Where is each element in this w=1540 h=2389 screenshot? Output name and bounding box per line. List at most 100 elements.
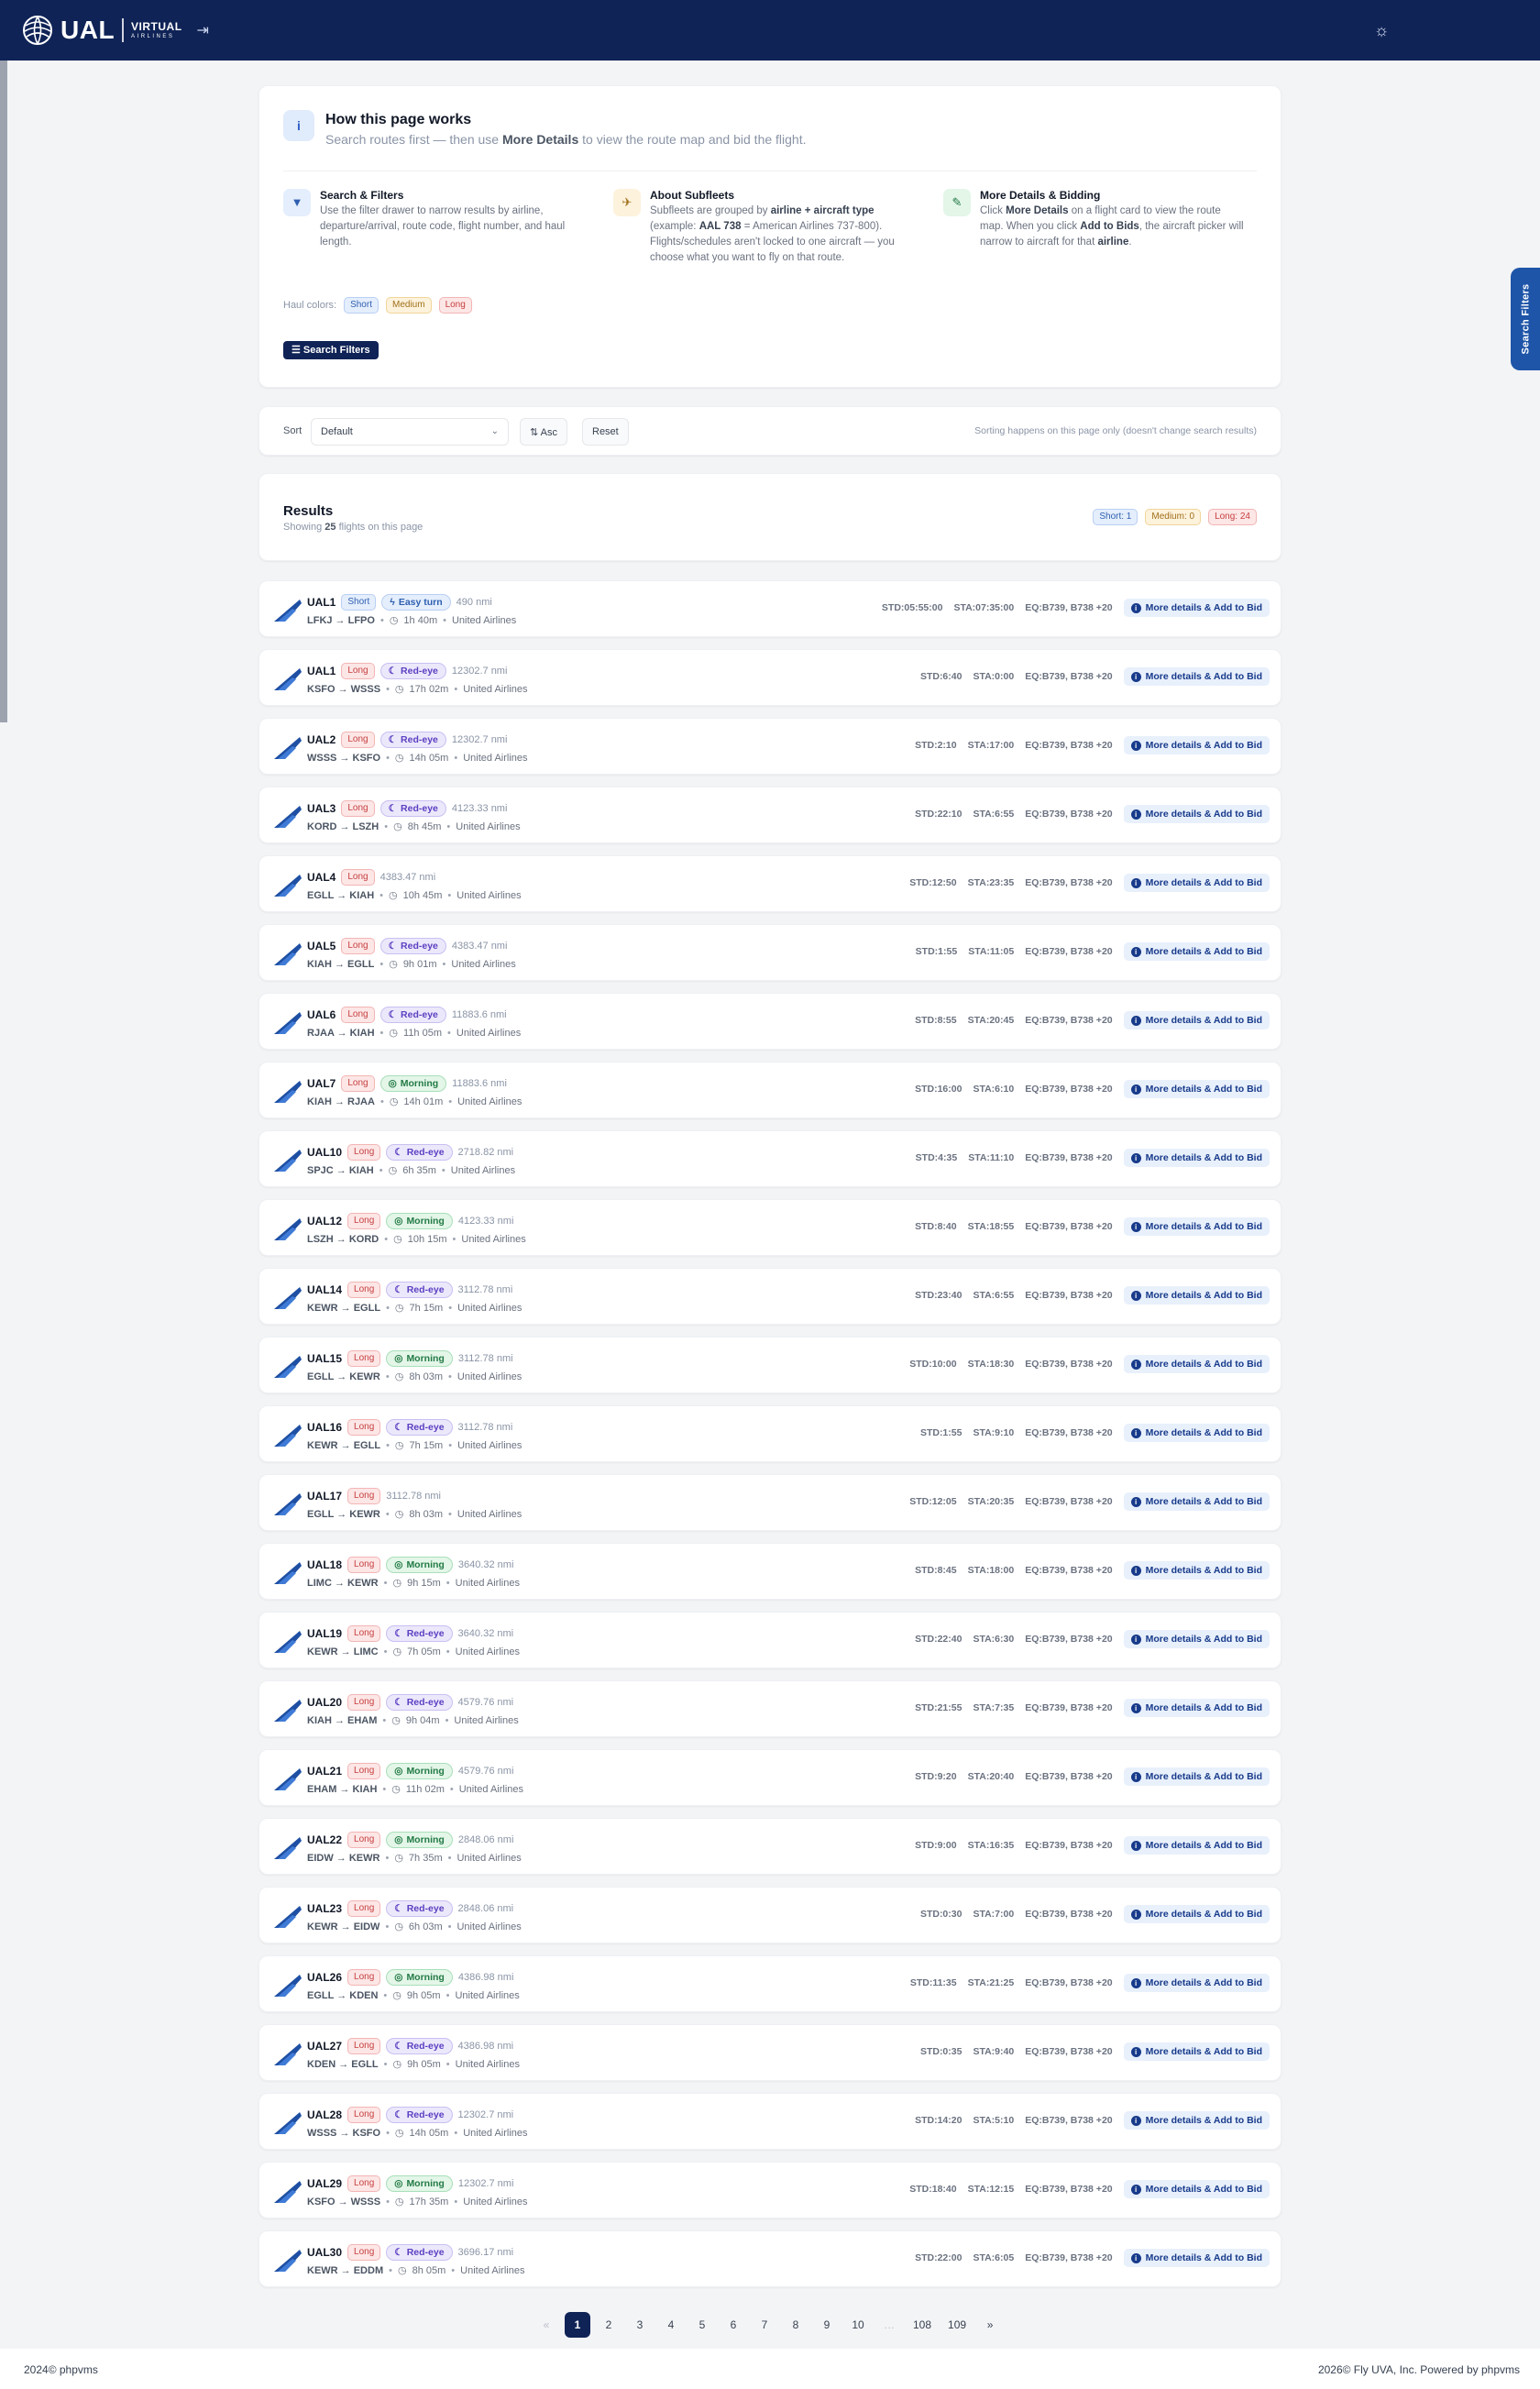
more-details-add-to-bid-button[interactable]: i More details & Add to Bid [1123, 874, 1270, 892]
page-button[interactable]: 9 [814, 2312, 840, 2338]
page-button[interactable]: 2 [596, 2312, 622, 2338]
sun-icon[interactable]: ☼ [1370, 18, 1393, 42]
airline-tail-icon [274, 1356, 302, 1378]
flight-code: UAL3 [307, 802, 336, 815]
page-button[interactable]: 109 [942, 2312, 972, 2338]
flight-row[interactable]: UAL6 Long ☾ Red-eye 11883.6 nmi RJAA → KIAH • ◷… [258, 993, 1282, 1050]
more-details-add-to-bid-button[interactable]: i More details & Add to Bid [1123, 1561, 1270, 1580]
flight-row[interactable]: UAL29 Long ◎ Morning 12302.7 nmi KSFO → WSSS •… [258, 2162, 1282, 2218]
page-button[interactable]: 4 [658, 2312, 684, 2338]
flight-row[interactable]: UAL21 Long ◎ Morning 4579.76 nmi EHAM → KIAH •… [258, 1749, 1282, 1806]
airline-name: United Airlines [456, 1921, 522, 1932]
haul-counts: Short: 1 Medium: 0 Long: 24 [1093, 509, 1257, 525]
flight-row[interactable]: UAL26 Long ◎ Morning 4386.98 nmi EGLL → KDEN •… [258, 1955, 1282, 2012]
moon-icon: ☾ [394, 2247, 403, 2258]
flight-row[interactable]: UAL5 Long ☾ Red-eye 4383.47 nmi KIAH → EGLL • ◷… [258, 924, 1282, 981]
reset-button[interactable]: Reset [582, 418, 629, 446]
more-details-add-to-bid-button[interactable]: i More details & Add to Bid [1123, 2042, 1270, 2061]
more-details-add-to-bid-button[interactable]: i More details & Add to Bid [1123, 1699, 1270, 1717]
prev-page-button[interactable]: « [534, 2312, 559, 2338]
route: EGLL → KIAH [307, 889, 375, 901]
sort-bar: Sort Default ⌄ ⇅ Asc Reset Sorting happe… [258, 406, 1282, 456]
more-details-add-to-bid-button[interactable]: i More details & Add to Bid [1123, 1080, 1270, 1098]
more-details-add-to-bid-button[interactable]: i More details & Add to Bid [1123, 667, 1270, 686]
page-scroll-rail[interactable] [0, 61, 7, 722]
time-tag: ☾ Red-eye [386, 2107, 453, 2123]
time-tag: ☾ Red-eye [386, 1419, 453, 1436]
more-details-add-to-bid-button[interactable]: i More details & Add to Bid [1123, 1767, 1270, 1786]
flight-row[interactable]: UAL23 Long ☾ Red-eye 2848.06 nmi KEWR → EIDW •… [258, 1887, 1282, 1943]
flight-row[interactable]: UAL14 Long ☾ Red-eye 3112.78 nmi KEWR → EGLL •… [258, 1268, 1282, 1325]
search-filters-button[interactable]: ☰ Search Filters [283, 341, 379, 359]
more-details-add-to-bid-button[interactable]: i More details & Add to Bid [1123, 805, 1270, 823]
page-button[interactable]: 108 [908, 2312, 937, 2338]
haul-badge: Long [341, 869, 375, 886]
flight-row-meta: STD:4:35 STA:11:10 EQ:B739, B738 +20 i More … [916, 1149, 1270, 1167]
flight-row[interactable]: UAL1 Long ☾ Red-eye 12302.7 nmi KSFO → WSSS • ◷… [258, 649, 1282, 706]
flight-row[interactable]: UAL10 Long ☾ Red-eye 2718.82 nmi SPJC → KIAH •… [258, 1130, 1282, 1187]
sort-select[interactable]: Default ⌄ [311, 418, 509, 446]
info-icon: i [283, 110, 314, 141]
flight-row-meta: STD:8:40 STA:18:55 EQ:B739, B738 +20 i More … [915, 1217, 1270, 1236]
flight-row[interactable]: UAL3 Long ☾ Red-eye 4123.33 nmi KORD → LSZH • ◷… [258, 787, 1282, 843]
more-details-add-to-bid-button[interactable]: i More details & Add to Bid [1123, 1424, 1270, 1442]
flight-row[interactable]: UAL4 Long 4383.47 nmi EGLL → KIAH • ◷ 10h 45m •… [258, 855, 1282, 912]
column-body: Subfleets are grouped by airline + aircr… [650, 205, 895, 263]
more-details-add-to-bid-button[interactable]: i More details & Add to Bid [1123, 2111, 1270, 2130]
more-details-add-to-bid-button[interactable]: i More details & Add to Bid [1123, 1492, 1270, 1511]
more-details-add-to-bid-button[interactable]: i More details & Add to Bid [1123, 1905, 1270, 1923]
flight-code: UAL15 [307, 1352, 343, 1365]
more-details-add-to-bid-button[interactable]: i More details & Add to Bid [1123, 2249, 1270, 2267]
flight-row[interactable]: UAL20 Long ☾ Red-eye 4579.76 nmi KIAH → EHAM •… [258, 1680, 1282, 1737]
more-details-add-to-bid-button[interactable]: i More details & Add to Bid [1123, 1011, 1270, 1029]
more-details-add-to-bid-button[interactable]: i More details & Add to Bid [1123, 1286, 1270, 1305]
flight-row[interactable]: UAL22 Long ◎ Morning 2848.06 nmi EIDW → KEWR •… [258, 1818, 1282, 1875]
search-filters-tab[interactable]: Search Filters [1511, 268, 1540, 370]
flight-row[interactable]: UAL17 Long 3112.78 nmi EGLL → KEWR • ◷ 8h 03m •… [258, 1474, 1282, 1531]
page-button[interactable]: 6 [720, 2312, 746, 2338]
more-details-add-to-bid-button[interactable]: i More details & Add to Bid [1123, 1630, 1270, 1648]
pagination-ellipsis: … [884, 2318, 895, 2331]
more-details-add-to-bid-button[interactable]: i More details & Add to Bid [1123, 1836, 1270, 1855]
flight-row[interactable]: UAL2 Long ☾ Red-eye 12302.7 nmi WSSS → KSFO • ◷… [258, 718, 1282, 775]
flight-row-meta: STD:10:00 STA:18:30 EQ:B739, B738 +20 i More… [909, 1355, 1270, 1373]
page-button[interactable]: 1 [565, 2312, 590, 2338]
more-details-add-to-bid-button[interactable]: i More details & Add to Bid [1123, 599, 1270, 617]
flight-row[interactable]: UAL30 Long ☾ Red-eye 3696.17 nmi KEWR → EDDM •… [258, 2230, 1282, 2287]
flight-row[interactable]: UAL27 Long ☾ Red-eye 4386.98 nmi KDEN → EGLL •… [258, 2024, 1282, 2081]
airline-tail-icon [274, 1287, 302, 1309]
departure-time: STD:8:45 [915, 1565, 957, 1576]
flight-row[interactable]: UAL1 Short ϟ Easy turn 490 nmi LFKJ → LFPO • ◷ 1… [258, 580, 1282, 637]
flight-row[interactable]: UAL28 Long ☾ Red-eye 12302.7 nmi WSSS → KSFO •… [258, 2093, 1282, 2150]
more-details-add-to-bid-button[interactable]: i More details & Add to Bid [1123, 1974, 1270, 1992]
pagination: «1 2 3 4 5 6 7 8 9 10 … 108 109» [534, 2312, 1003, 2338]
more-details-add-to-bid-button[interactable]: i More details & Add to Bid [1123, 1149, 1270, 1167]
more-details-add-to-bid-button[interactable]: i More details & Add to Bid [1123, 942, 1270, 961]
flight-row[interactable]: UAL19 Long ☾ Red-eye 3640.32 nmi KEWR → LIMC •… [258, 1612, 1282, 1668]
logout-icon[interactable]: ⇥ [197, 21, 209, 39]
page-button[interactable]: 7 [752, 2312, 777, 2338]
sort-direction-button[interactable]: ⇅ Asc [520, 418, 568, 446]
more-details-add-to-bid-button[interactable]: i More details & Add to Bid [1123, 736, 1270, 754]
more-details-add-to-bid-button[interactable]: i More details & Add to Bid [1123, 1355, 1270, 1373]
page-button[interactable]: 3 [627, 2312, 653, 2338]
flight-row[interactable]: UAL7 Long ◎ Morning 11883.6 nmi KIAH → RJAA • ◷… [258, 1062, 1282, 1118]
time-tag: ◎ Morning [386, 1213, 453, 1229]
flight-row[interactable]: UAL12 Long ◎ Morning 4123.33 nmi LSZH → KORD •… [258, 1199, 1282, 1256]
flight-row[interactable]: UAL16 Long ☾ Red-eye 3112.78 nmi KEWR → EGLL •… [258, 1405, 1282, 1462]
page-button[interactable]: 8 [783, 2312, 808, 2338]
separator-dot: • [386, 1302, 390, 1314]
flight-row[interactable]: UAL15 Long ◎ Morning 3112.78 nmi EGLL → KEWR •… [258, 1337, 1282, 1393]
more-details-add-to-bid-button[interactable]: i More details & Add to Bid [1123, 2180, 1270, 2198]
page-button[interactable]: 10 [845, 2312, 871, 2338]
flight-row[interactable]: UAL18 Long ◎ Morning 3640.32 nmi LIMC → KEWR •… [258, 1543, 1282, 1600]
duration: 7h 15m [409, 1302, 444, 1314]
more-details-add-to-bid-button[interactable]: i More details & Add to Bid [1123, 1217, 1270, 1236]
info-icon: i [1130, 946, 1141, 957]
arrival-time: STA:6:30 [973, 1634, 1015, 1645]
flight-row-bottom: SPJC → KIAH • ◷ 6h 35m • United Airlines [307, 1164, 515, 1177]
ual-logo[interactable]: UAL VIRTUAL AIRLINES ⇥ [22, 13, 209, 48]
equipment: EQ:B739, B738 +20 [1025, 671, 1113, 682]
next-page-button[interactable]: » [977, 2312, 1003, 2338]
page-button[interactable]: 5 [689, 2312, 715, 2338]
